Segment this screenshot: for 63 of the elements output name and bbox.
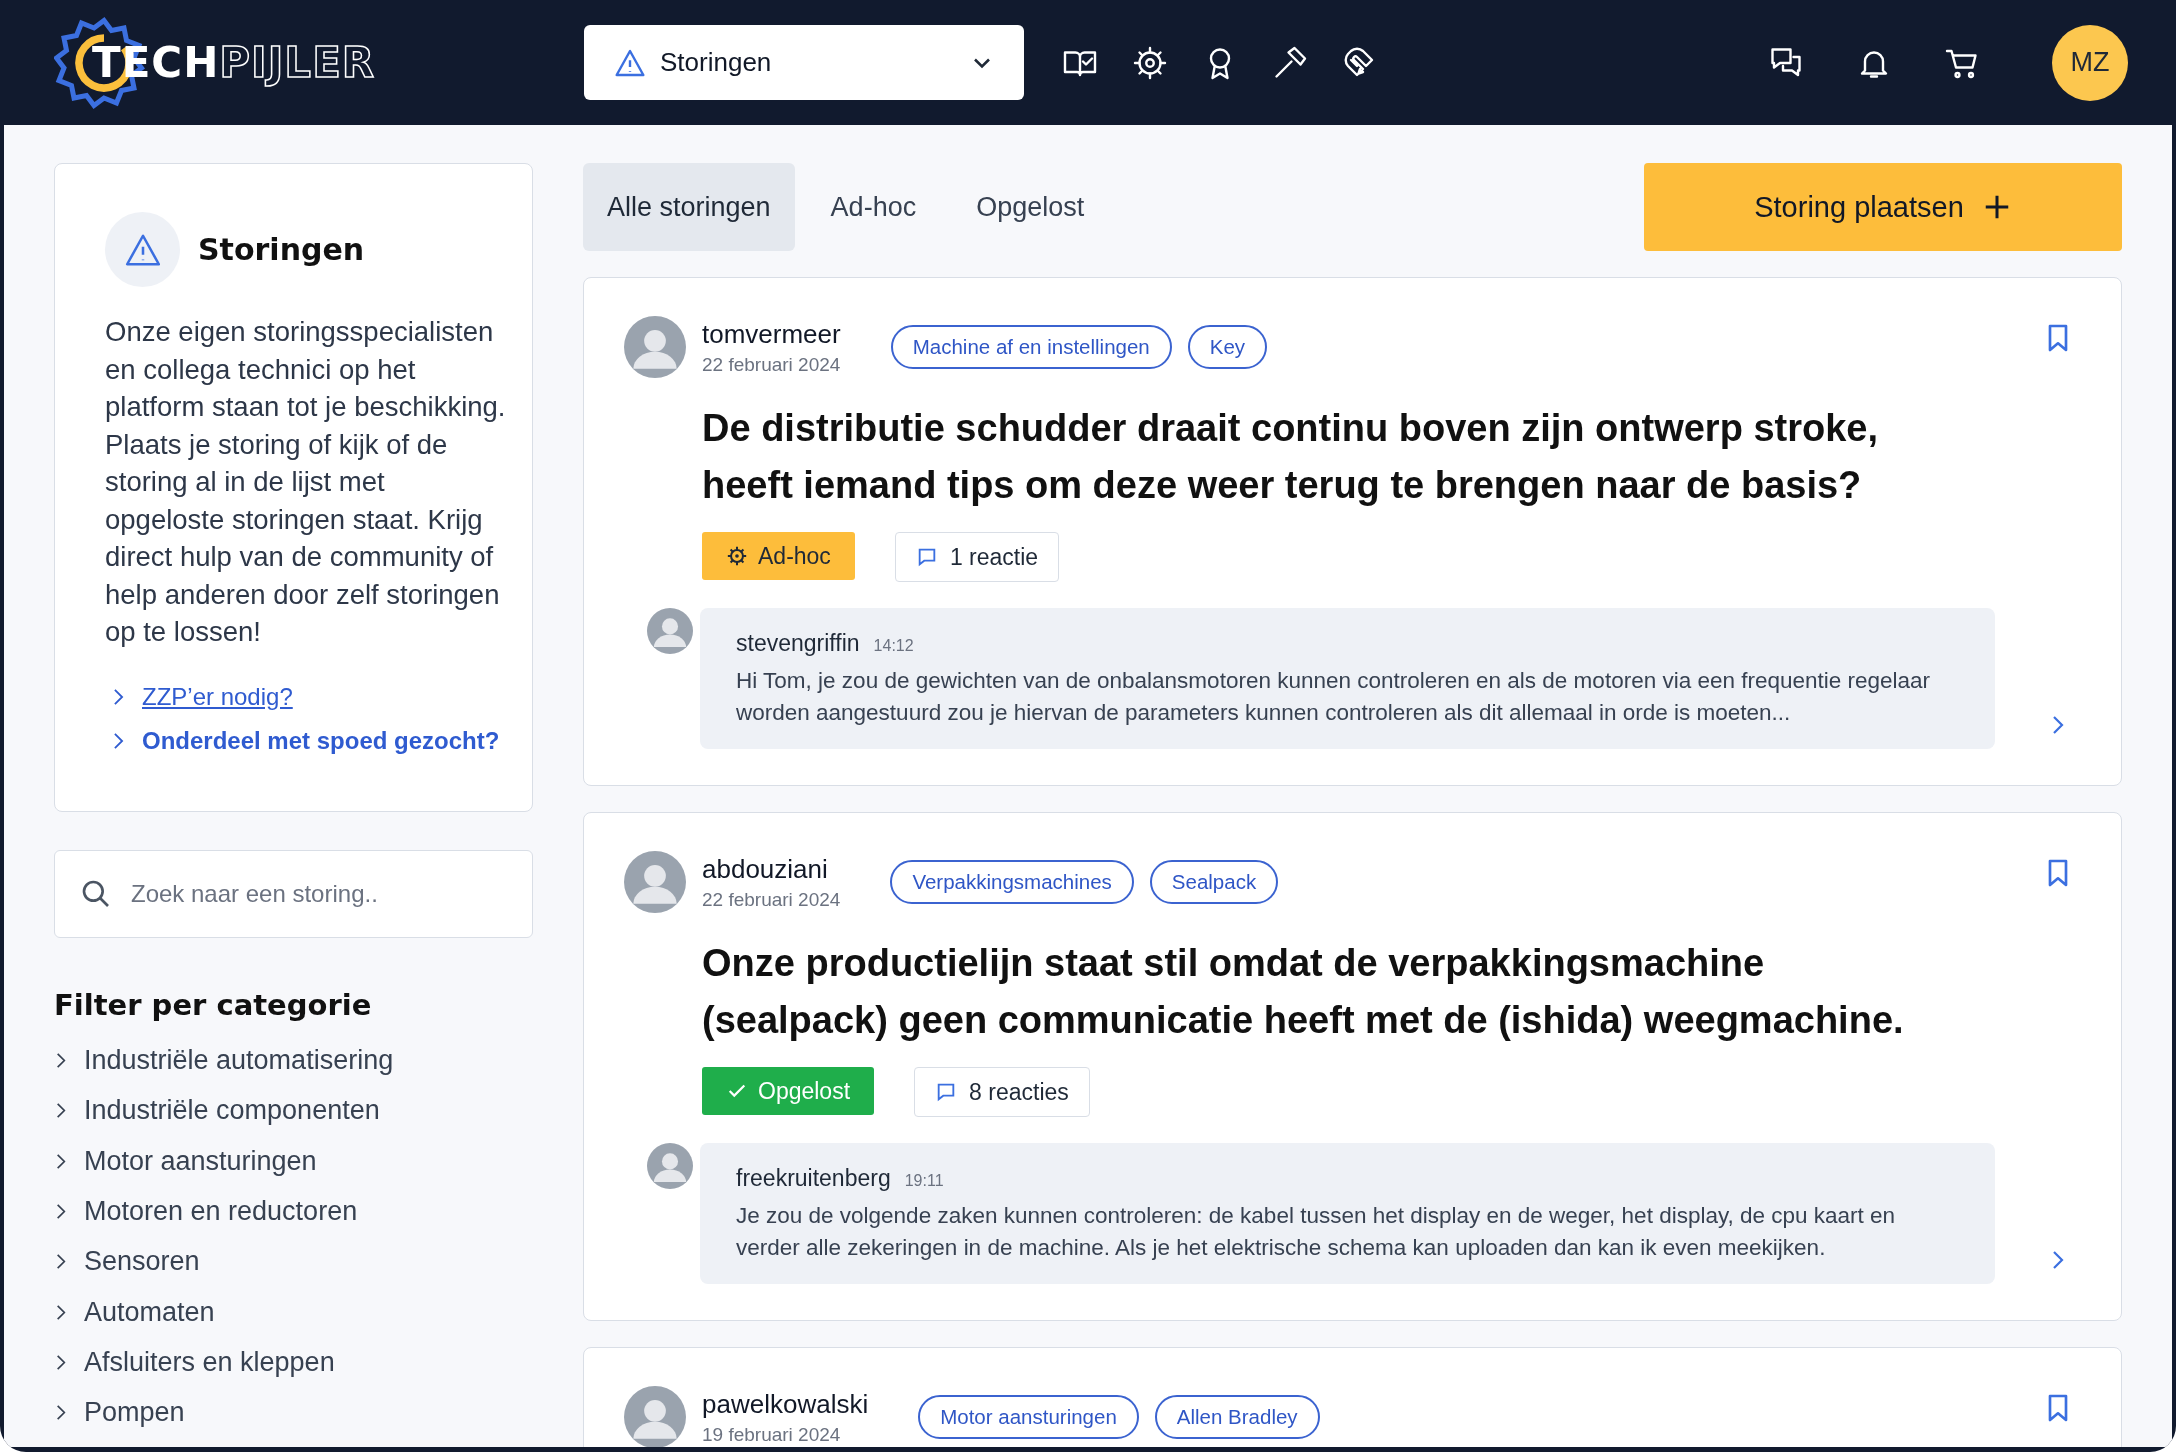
category-item[interactable]: Motoren en reductoren	[84, 1196, 358, 1228]
category-item[interactable]: Industriële componenten	[84, 1095, 380, 1127]
description: Onze eigen storingsspecialisten en collega technici op het platform staan tot je beschikking. Plaats je storing of kijk of de storing al in de lijst met opgeloste storingen staat. Krijg direct hulp van de community of help anderen door zelf storingen op te lossen!	[105, 315, 507, 649]
tag[interactable]: Key	[1187, 325, 1268, 369]
chevron-right-icon	[113, 731, 124, 750]
post-date: 19 februari 2024	[702, 1423, 842, 1446]
chevron-right-icon[interactable]	[2052, 715, 2064, 735]
reply-text: Je zou de volgende zaken kunnen controleren: de kabel tussen het display en de weger, het display, de cpu kaart en verder alle zekeringen in de machine. Als je het elektrische schema kan uploaden dan kan ik even meekijken.	[736, 1202, 1897, 1262]
post-date: 22 februari 2024	[702, 888, 841, 911]
author-name[interactable]: tomvermeer	[702, 318, 841, 350]
search-field[interactable]: Zoek naar een storing..	[54, 849, 533, 938]
avatar	[647, 608, 693, 654]
chevron-right-icon	[56, 1152, 66, 1170]
avatar	[647, 1143, 693, 1189]
tag[interactable]: Motor aansturingen	[918, 1395, 1139, 1439]
category-item[interactable]: Pompen	[84, 1397, 185, 1429]
avatar	[624, 851, 686, 913]
new-post-button[interactable]: Storing plaatsen	[1644, 163, 2122, 251]
post-title[interactable]: Onze productielijn staat stil omdat de verpakkingsmachine (sealpack) geen communicatie heeft met de (ishida) weegmachine.	[702, 935, 1932, 1049]
chevron-right-icon[interactable]	[2052, 1250, 2064, 1270]
category-item[interactable]: Motor aansturingen	[84, 1145, 317, 1177]
gear-icon[interactable]	[1132, 44, 1168, 81]
chevron-right-icon	[56, 1353, 66, 1371]
reply-author: freekruitenberg	[736, 1165, 891, 1192]
tab[interactable]: Alle storingen	[583, 163, 795, 251]
post-date: 22 februari 2024	[702, 353, 841, 376]
reply-time: 14:12	[873, 637, 914, 655]
status-badge: Ad-hoc	[702, 532, 855, 580]
link[interactable]: Onderdeel met spoed gezocht?	[142, 726, 500, 755]
category-item[interactable]: Automaten	[84, 1296, 215, 1328]
tag[interactable]: Machine af en instellingen	[890, 325, 1172, 369]
category-item[interactable]: Sensoren	[84, 1246, 200, 1278]
card-title: Storingen	[198, 232, 365, 267]
chevron-right-icon	[56, 1404, 66, 1422]
avatar	[624, 316, 686, 378]
author-name[interactable]: pawelkowalski	[702, 1388, 869, 1420]
reply-time: 19:11	[904, 1172, 944, 1190]
comments-button[interactable]: 8 reacties	[914, 1067, 1090, 1117]
chevron-right-icon	[56, 1052, 66, 1070]
tag[interactable]: Verpakkingsmachines	[890, 860, 1134, 904]
reply-text: Hi Tom, je zou de gewichten van de onbalansmotoren kunnen controleren en als de motoren via een frequentie regelaar worden aangestuurd zou je hiervan de parameters kunnen controleren als dit allemaal in orde is moeten...	[736, 667, 1932, 727]
tab[interactable]: Opgelost	[952, 163, 1109, 251]
section-heading: Filter per categorie	[54, 987, 373, 1022]
comments-button[interactable]: 1 reactie	[894, 532, 1060, 582]
chevron-right-icon	[56, 1203, 66, 1221]
author-name[interactable]: abdouziani	[702, 853, 841, 885]
chevron-right-icon	[113, 687, 124, 706]
tab[interactable]: Ad-hoc	[806, 163, 941, 251]
link[interactable]: ZZP’er nodig?	[142, 682, 293, 711]
tag[interactable]: Sealpack	[1149, 860, 1279, 904]
section-dropdown[interactable]: Storingen	[584, 25, 1024, 100]
chevron-right-icon	[56, 1303, 66, 1321]
tag[interactable]: Allen Bradley	[1154, 1395, 1320, 1439]
category-item[interactable]: Industriële automatisering	[84, 1045, 394, 1077]
hammer-icon[interactable]	[1272, 44, 1308, 81]
status-badge: Opgelost	[702, 1067, 875, 1115]
gear-icon	[726, 545, 748, 567]
category-item[interactable]: Afsluiters en kleppen	[84, 1346, 335, 1378]
post-title[interactable]: De distributie schudder draait continu boven zijn ontwerp stroke, heeft iemand tips om deze weer terug te brengen naar de basis?	[702, 400, 1932, 514]
chevron-right-icon	[56, 1102, 66, 1120]
chevron-right-icon	[56, 1253, 66, 1271]
user-avatar[interactable]: MZ	[2052, 24, 2128, 101]
reply-author: stevengriffin	[736, 630, 860, 657]
